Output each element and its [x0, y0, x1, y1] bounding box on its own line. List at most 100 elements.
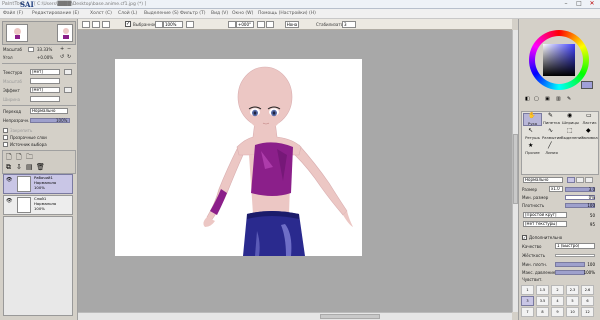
- menu-filter[interactable]: Фильтр (T): [180, 11, 206, 16]
- brush-size-preset[interactable]: 2.6: [581, 285, 594, 295]
- primary-color-swatch[interactable]: [581, 81, 593, 89]
- brush-size-preset[interactable]: 1: [521, 285, 534, 295]
- opacity-label: Непрозрачн.: [3, 118, 30, 123]
- quality-label: Качество: [522, 244, 542, 249]
- menu-canvas[interactable]: Холст (C): [90, 11, 112, 16]
- brush-size-preset[interactable]: 9: [551, 307, 564, 317]
- minimize-button[interactable]: –: [560, 0, 572, 8]
- width-label: Ширина: [3, 97, 21, 102]
- brush-texture-pct: 95: [589, 222, 595, 227]
- brush-size-preset[interactable]: 8: [536, 307, 549, 317]
- navigator-preview[interactable]: [6, 24, 28, 42]
- swap-colors-icon[interactable]: ◧: [525, 96, 530, 102]
- rotate-cw-button[interactable]: [257, 21, 265, 28]
- brush-size-preset[interactable]: 1.5: [536, 285, 549, 295]
- brush-tip-square-button[interactable]: [585, 177, 593, 183]
- zoom-slider-handle[interactable]: [28, 47, 34, 52]
- brush-tip-flat-button[interactable]: [576, 177, 584, 183]
- advanced-checkbox[interactable]: ✓: [522, 235, 527, 240]
- copy-layer-icon[interactable]: ⧉: [6, 163, 11, 172]
- rotate-ccw-button[interactable]: [228, 21, 236, 28]
- min-density-value: 100: [587, 262, 595, 267]
- menu-window[interactable]: Окно (W): [232, 11, 253, 16]
- brush-size-preset[interactable]: 3.5: [536, 296, 549, 306]
- delete-layer-icon[interactable]: 🗑: [36, 163, 45, 171]
- deselect-button[interactable]: [82, 21, 90, 28]
- eraser-color-icon[interactable]: ▣: [545, 96, 550, 102]
- eye-icon[interactable]: 👁: [6, 198, 12, 204]
- texture-settings-button[interactable]: [64, 69, 72, 75]
- brush-shape-pct: 50: [589, 213, 595, 218]
- maximize-button[interactable]: □: [573, 0, 585, 8]
- blend-mode-select[interactable]: Нормально: [30, 108, 68, 114]
- hide-selection-button[interactable]: [102, 21, 110, 28]
- horizontal-scrollbar[interactable]: [78, 312, 512, 320]
- angle-field[interactable]: +000°: [236, 21, 254, 28]
- selection-checkbox[interactable]: ✓: [125, 21, 131, 27]
- zoom-value: 33.33%: [37, 47, 53, 52]
- brush-shape-select[interactable]: [Простой круг]: [523, 212, 567, 218]
- quality-select[interactable]: 1 (Быстро): [555, 243, 595, 249]
- invert-selection-button[interactable]: [92, 21, 100, 28]
- navigator-thumb[interactable]: [57, 24, 73, 42]
- menu-file[interactable]: Файл (F): [3, 11, 23, 16]
- menu-view[interactable]: Вид (V): [211, 11, 228, 16]
- brush-size-preset[interactable]: 5: [566, 296, 579, 306]
- zoom-in-icon[interactable]: +: [60, 46, 64, 52]
- layer-item-layer1[interactable]: 👁 Слой1 Нормально 100%: [3, 195, 73, 215]
- lock-checkbox[interactable]: [3, 128, 8, 133]
- zoom-out-icon[interactable]: −: [67, 46, 71, 52]
- right-panel: ◧ ▢ ▣ ▥ ✎ Рука Пипетка Шприцы Ластик Рет…: [518, 19, 600, 320]
- effect-settings-button[interactable]: [64, 87, 72, 93]
- brush-size-preset[interactable]: 6: [581, 296, 594, 306]
- brush-tip-round-button[interactable]: [567, 177, 575, 183]
- brush-size-preset[interactable]: 2.3: [566, 285, 579, 295]
- effect-select[interactable]: [Нет]: [30, 87, 60, 93]
- clear-layer-icon[interactable]: ▤: [26, 163, 33, 171]
- canvas[interactable]: [115, 59, 362, 256]
- flip-button[interactable]: Нона: [285, 21, 299, 28]
- rotate-left-icon[interactable]: ↺: [60, 54, 64, 60]
- zoom-field[interactable]: 100%: [163, 21, 183, 28]
- transparent-icon[interactable]: ▢: [534, 96, 539, 102]
- layer-list-empty: [3, 216, 73, 316]
- eye-icon[interactable]: 👁: [6, 177, 12, 183]
- brush-texture-select[interactable]: [Нет текстуры]: [523, 221, 567, 227]
- menu-help[interactable]: Помощь (Настройки) (H): [258, 11, 316, 16]
- pen-color-icon[interactable]: ✎: [567, 96, 571, 102]
- stabilizer-select[interactable]: 3: [342, 21, 356, 28]
- width-field[interactable]: [30, 96, 60, 102]
- brush-size-preset[interactable]: 4: [551, 296, 564, 306]
- selection-source-checkbox[interactable]: [3, 142, 8, 147]
- brush-size-preset[interactable]: 7: [521, 307, 534, 317]
- merge-layer-icon[interactable]: ⇩: [16, 163, 22, 171]
- reset-rotation-button[interactable]: [266, 21, 274, 28]
- menu-selection[interactable]: Выделение (S): [144, 11, 179, 16]
- rotate-right-icon[interactable]: ↻: [67, 54, 71, 60]
- clipping-checkbox[interactable]: [3, 135, 8, 140]
- zoom-out-button[interactable]: [186, 21, 194, 28]
- close-button[interactable]: ✕: [586, 0, 598, 8]
- edge-hardness-slider[interactable]: [555, 254, 595, 257]
- brush-size-preset[interactable]: 12: [581, 307, 594, 317]
- menu-layer[interactable]: Слой (L): [118, 11, 137, 16]
- scale-field[interactable]: [30, 78, 60, 84]
- brush-size-preset[interactable]: 10: [566, 307, 579, 317]
- edge-hardness-label: Жёсткость: [522, 253, 546, 258]
- max-pressure-label: Макс. давление: [522, 270, 556, 275]
- advanced-label: Дополнительно: [529, 235, 563, 240]
- brush-mode-select[interactable]: Нормально: [523, 177, 563, 183]
- selection-color-icon[interactable]: ▥: [556, 96, 561, 102]
- layer-thumbnail: [17, 176, 31, 192]
- zoom-in-button[interactable]: [155, 21, 163, 28]
- size-multiplier[interactable]: x1.0: [549, 186, 563, 192]
- texture-select[interactable]: [Нет]: [30, 69, 60, 75]
- saturation-value-square[interactable]: [543, 44, 575, 76]
- brush-size-preset[interactable]: 2: [551, 285, 564, 295]
- hand-icon: ✋: [528, 112, 536, 119]
- layer-item-work1[interactable]: 👁 Рабочий1 Нормально 100%: [3, 174, 73, 194]
- horizontal-scroll-thumb[interactable]: [320, 314, 380, 319]
- menu-edit[interactable]: Редактирование (E): [32, 11, 79, 16]
- layer-opacity: 100%: [34, 185, 45, 190]
- brush-size-preset[interactable]: 3: [521, 296, 534, 306]
